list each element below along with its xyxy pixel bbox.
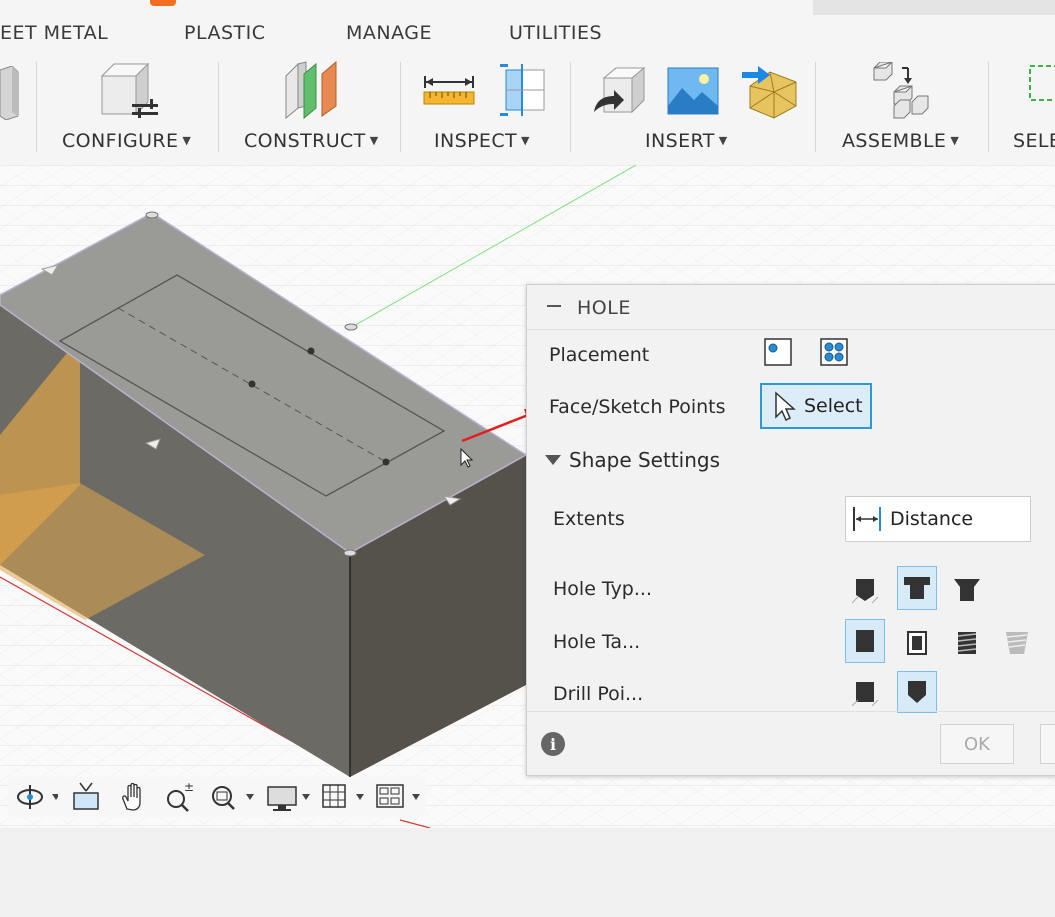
toolbar-separator: [815, 62, 816, 152]
tab-manage[interactable]: MANAGE: [346, 22, 432, 44]
new-component-icon[interactable]: [872, 62, 930, 120]
measure-icon[interactable]: [422, 72, 476, 108]
single-hole-button[interactable]: [761, 333, 795, 371]
construct-menu[interactable]: CONSTRUCT ▼: [244, 130, 379, 152]
clearance-tap-button[interactable]: [897, 621, 937, 665]
pan-icon[interactable]: [118, 777, 148, 817]
insert-mesh-icon[interactable]: [740, 62, 800, 120]
canvas-image-icon[interactable]: [666, 66, 720, 116]
grid-settings-icon[interactable]: [320, 777, 370, 817]
tab-utilities[interactable]: UTILITIES: [509, 22, 602, 44]
insert-menu[interactable]: INSERT ▼: [645, 130, 728, 152]
shape-settings-header[interactable]: Shape Settings: [545, 448, 720, 472]
toolbar-separator: [988, 62, 989, 152]
select-button[interactable]: Select: [760, 383, 872, 429]
flat-drill-point-icon: [851, 682, 879, 707]
hole-tap-label: Hole Ta...: [553, 631, 641, 653]
tapped-icon: [957, 632, 977, 654]
navigation-bar: ±: [8, 777, 426, 817]
svg-text:±: ±: [184, 780, 194, 794]
look-at-icon[interactable]: [72, 777, 102, 817]
fit-icon[interactable]: [206, 777, 262, 817]
single-hole-icon: [764, 338, 792, 366]
configure-menu[interactable]: CONFIGURE ▼: [62, 130, 191, 152]
placement-label: Placement: [549, 344, 650, 366]
orbit-icon[interactable]: [12, 777, 58, 817]
toolbar: EET METAL PLASTIC MANAGE UTILITIES CONFI…: [0, 0, 1055, 165]
angled-drill-point-icon: [908, 681, 926, 703]
tapped-button[interactable]: [947, 621, 987, 665]
cancel-button[interactable]: [1040, 724, 1055, 764]
app-logo-icon: [150, 0, 176, 6]
assemble-menu[interactable]: ASSEMBLE ▼: [842, 130, 959, 152]
display-settings-icon[interactable]: [266, 777, 316, 817]
countersink-icon: [954, 579, 980, 601]
multiple-holes-icon: [820, 338, 848, 366]
ok-button[interactable]: OK: [940, 724, 1014, 764]
hole-type-label: Hole Typ...: [553, 578, 652, 600]
section-analysis-icon[interactable]: [498, 64, 550, 116]
info-icon[interactable]: i: [541, 732, 565, 756]
extents-dropdown[interactable]: Distance: [845, 496, 1031, 542]
multiple-holes-button[interactable]: [817, 333, 851, 371]
workspace-tabs: EET METAL PLASTIC MANAGE UTILITIES: [0, 22, 1055, 52]
counterbore-button[interactable]: [897, 566, 937, 610]
insert-derive-icon[interactable]: [590, 66, 648, 118]
simple-tap-button[interactable]: [845, 619, 885, 663]
angled-drill-point-button[interactable]: [897, 671, 937, 713]
viewports-icon[interactable]: [374, 777, 424, 817]
configure-icon[interactable]: [98, 62, 160, 120]
clearance-tap-icon: [907, 631, 927, 655]
tab-sheet-metal[interactable]: EET METAL: [0, 22, 108, 44]
toolbar-separator: [218, 62, 219, 152]
collapse-icon[interactable]: [547, 305, 561, 307]
face-sketch-points-label: Face/Sketch Points: [549, 396, 726, 418]
dialog-header: HOLE: [527, 285, 1055, 330]
simple-hole-button[interactable]: [845, 568, 885, 612]
toolbar-separator: [570, 62, 571, 152]
simple-hole-icon: [851, 579, 879, 604]
select-menu[interactable]: SELE: [1013, 130, 1055, 152]
window-title-area: [813, 0, 1055, 15]
counterbore-icon: [904, 577, 930, 599]
status-area: [0, 828, 1055, 917]
create-box-icon[interactable]: [0, 66, 20, 120]
distance-icon: [853, 507, 881, 531]
toolbar-separator: [400, 62, 401, 152]
chevron-down-icon: [545, 455, 561, 465]
toolbar-separator: [36, 62, 37, 152]
hole-dialog: HOLE Placement Face/Sketch Points Select…: [526, 284, 1055, 776]
extents-label: Extents: [553, 508, 625, 530]
flat-drill-point-button[interactable]: [845, 673, 885, 713]
dialog-title: HOLE: [577, 297, 631, 319]
taper-tapped-button[interactable]: [997, 621, 1037, 665]
inspect-menu[interactable]: INSPECT ▼: [434, 130, 530, 152]
offset-plane-icon[interactable]: [282, 60, 342, 120]
cursor-arrow-icon: [775, 391, 796, 421]
zoom-icon[interactable]: ±: [162, 777, 196, 817]
taper-tapped-icon: [1006, 632, 1028, 654]
tab-plastic[interactable]: PLASTIC: [184, 22, 266, 44]
simple-tap-icon: [856, 630, 874, 652]
drill-point-label: Drill Poi...: [553, 683, 644, 705]
countersink-button[interactable]: [947, 568, 987, 612]
select-window-icon[interactable]: [1028, 64, 1055, 102]
